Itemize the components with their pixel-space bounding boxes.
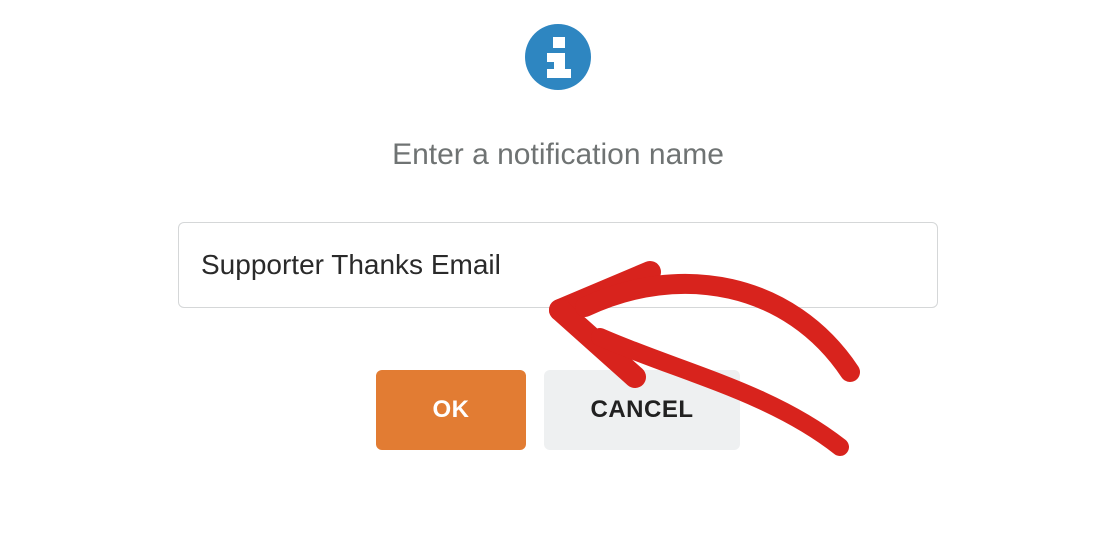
prompt-label: Enter a notification name [392,138,724,172]
notification-name-dialog: Enter a notification name OK CANCEL [0,0,1116,450]
info-icon [525,24,591,90]
notification-name-input[interactable] [178,222,938,308]
button-row: OK CANCEL [376,370,740,450]
cancel-button[interactable]: CANCEL [544,370,740,450]
input-wrap [178,222,938,308]
ok-button[interactable]: OK [376,370,526,450]
